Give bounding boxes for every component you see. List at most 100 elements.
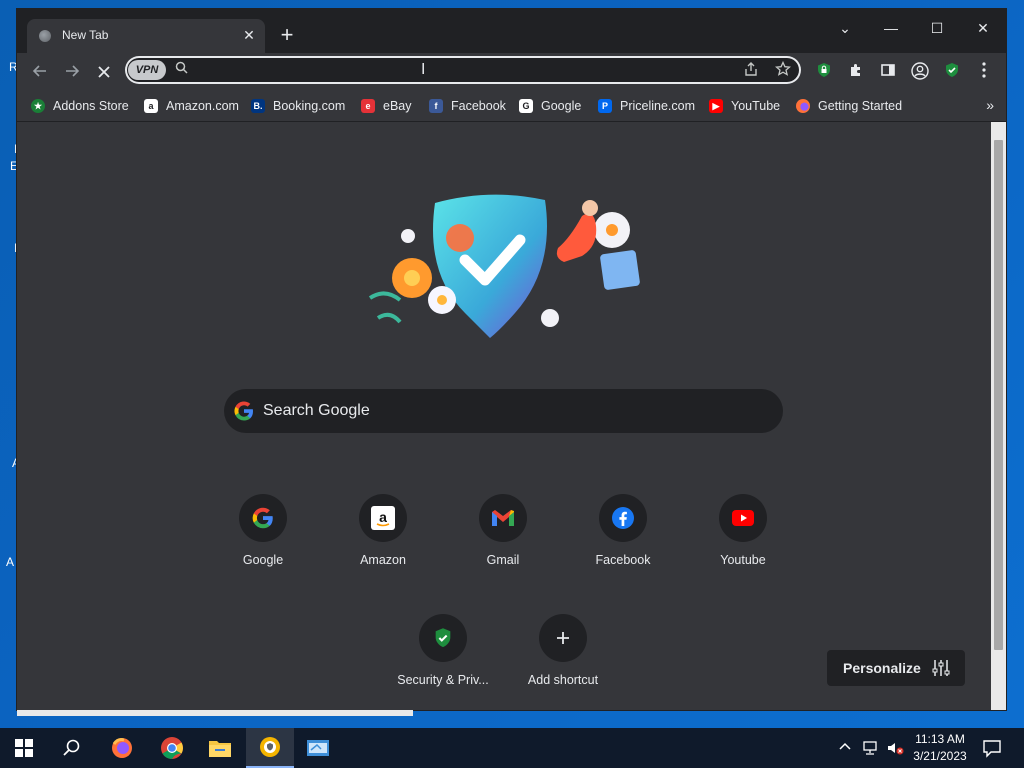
bookmark-label: Amazon.com: [166, 99, 239, 113]
bookmark-amazon-com[interactable]: a Amazon.com: [144, 97, 239, 115]
shortcut-youtube[interactable]: Youtube: [693, 494, 793, 594]
bookmark-addons-store[interactable]: ★ Addons Store: [31, 97, 129, 115]
bookmarks-overflow-chevron-icon[interactable]: »: [986, 97, 994, 113]
tab-favicon-icon: [39, 30, 51, 42]
file-explorer-taskbar-icon[interactable]: [196, 728, 244, 768]
security-shield-extension-icon[interactable]: [941, 62, 963, 84]
network-icon[interactable]: [862, 740, 880, 759]
shortcut-label: Youtube: [720, 553, 766, 567]
new-tab-button[interactable]: +: [275, 24, 299, 48]
shortcut-label: Facebook: [595, 553, 651, 567]
menu-kebab-icon[interactable]: [973, 62, 995, 84]
sliders-icon: [931, 658, 951, 681]
shield-check-icon: [419, 614, 467, 662]
bookmark-priceline-com[interactable]: P Priceline.com: [598, 97, 695, 115]
shortcut-label: Add shortcut: [527, 673, 599, 687]
extensions-puzzle-icon[interactable]: [845, 62, 867, 84]
bookmark-ebay[interactable]: e eBay: [361, 97, 412, 115]
tab-search-dropdown-icon[interactable]: ⌄: [825, 13, 865, 43]
shortcut-amazon[interactable]: a Amazon: [333, 494, 433, 594]
taskbar-clock[interactable]: 11:13 AM 3/21/2023: [907, 731, 973, 765]
shortcut-label: Security & Priv...: [397, 673, 489, 687]
google-icon: [239, 494, 287, 542]
security-illustration: [368, 194, 640, 338]
new-tab-page: Search Google Google a Amazon Gmail Face…: [17, 122, 991, 710]
clock-time: 11:13 AM: [915, 732, 965, 746]
search-google-box[interactable]: Search Google: [224, 389, 783, 433]
shortcut-label: Google: [242, 553, 284, 567]
forward-arrow-icon[interactable]: [58, 59, 86, 87]
bookmark-label: Booking.com: [273, 99, 346, 113]
bookmark-label: Priceline.com: [620, 99, 696, 113]
vertical-scrollbar[interactable]: [991, 122, 1006, 710]
amazon-icon: a: [144, 99, 158, 113]
personalize-button[interactable]: Personalize: [827, 650, 965, 686]
toolbar: VPN I: [17, 53, 1006, 91]
share-icon[interactable]: [743, 61, 759, 80]
bookmark-google[interactable]: G Google: [519, 97, 581, 115]
shortcut-label: Amazon: [360, 553, 406, 567]
vpn-badge[interactable]: VPN: [128, 60, 166, 80]
app-taskbar-icon[interactable]: [294, 728, 342, 768]
bookmark-label: Google: [541, 99, 582, 113]
search-icon: [175, 61, 188, 77]
volume-muted-icon[interactable]: [886, 740, 904, 759]
bookmark-booking-com[interactable]: B. Booking.com: [251, 97, 345, 115]
ebay-icon: e: [361, 99, 375, 113]
facebook-icon: f: [429, 99, 443, 113]
tab-title: New Tab: [62, 28, 109, 42]
shortcut-facebook[interactable]: Facebook: [573, 494, 673, 594]
tab-close-icon[interactable]: ✕: [241, 27, 257, 43]
bookmark-youtube[interactable]: ▶ YouTube: [709, 97, 780, 115]
address-bar[interactable]: VPN I: [125, 56, 801, 84]
side-panel-icon[interactable]: [877, 62, 899, 84]
bookmark-getting-started[interactable]: Getting Started: [796, 97, 902, 115]
back-arrow-icon[interactable]: [26, 59, 54, 87]
personalize-label: Personalize: [843, 660, 921, 676]
booking-icon: B.: [251, 99, 265, 113]
bookmarks-bar: ★ Addons Store a Amazon.com B. Booking.com e eB…: [17, 91, 1006, 122]
google-icon: G: [519, 99, 533, 113]
maximize-button[interactable]: ☐: [917, 13, 957, 43]
youtube-icon: ▶: [709, 99, 723, 113]
browser-taskbar-icon[interactable]: [246, 728, 294, 768]
bookmark-label: YouTube: [731, 99, 781, 113]
bookmark-star-icon[interactable]: [774, 60, 792, 80]
facebook-icon: [599, 494, 647, 542]
addons-store-icon: ★: [31, 99, 45, 113]
taskbar-search-icon[interactable]: [48, 728, 96, 768]
shortcut-google[interactable]: Google: [213, 494, 313, 594]
tab-new-tab[interactable]: New Tab ✕: [27, 19, 265, 53]
profile-icon[interactable]: [909, 62, 931, 84]
minimize-button[interactable]: —: [871, 13, 911, 43]
lock-extension-icon[interactable]: [813, 62, 835, 84]
text-cursor-icon: I: [421, 61, 426, 78]
add-shortcut-button[interactable]: Add shortcut: [513, 614, 613, 714]
close-window-button[interactable]: ✕: [963, 13, 1003, 43]
youtube-icon: [719, 494, 767, 542]
browser-window: New Tab ✕ + ⌄ — ☐ ✕ VPN I ★ Addons Store…: [17, 9, 1006, 710]
firefox-taskbar-icon[interactable]: [98, 728, 146, 768]
start-button[interactable]: [0, 728, 48, 768]
plus-icon: [539, 614, 587, 662]
clock-date: 3/21/2023: [913, 749, 967, 763]
chrome-taskbar-icon[interactable]: [148, 728, 196, 768]
gmail-icon: [479, 494, 527, 542]
show-hidden-icons-chevron-icon[interactable]: [838, 740, 852, 757]
shortcut-label: Gmail: [486, 553, 520, 567]
search-placeholder: Search Google: [263, 402, 370, 419]
horizontal-scrollbar[interactable]: [17, 710, 413, 716]
scrollbar-thumb[interactable]: [994, 140, 1003, 650]
bookmark-label: Facebook: [451, 99, 506, 113]
shortcut-security-privacy[interactable]: Security & Priv...: [393, 614, 493, 714]
tab-strip: New Tab ✕ + ⌄ — ☐ ✕: [17, 9, 1006, 53]
bookmark-label: eBay: [383, 99, 412, 113]
desktop-icon-label: A: [6, 555, 15, 569]
google-g-icon: [234, 401, 253, 421]
svg-text:a: a: [379, 509, 387, 525]
windows-logo-icon: [15, 739, 33, 757]
bookmark-facebook[interactable]: f Facebook: [429, 97, 506, 115]
shortcut-gmail[interactable]: Gmail: [453, 494, 553, 594]
stop-loading-icon[interactable]: [90, 59, 118, 87]
notifications-icon[interactable]: [982, 738, 1002, 761]
